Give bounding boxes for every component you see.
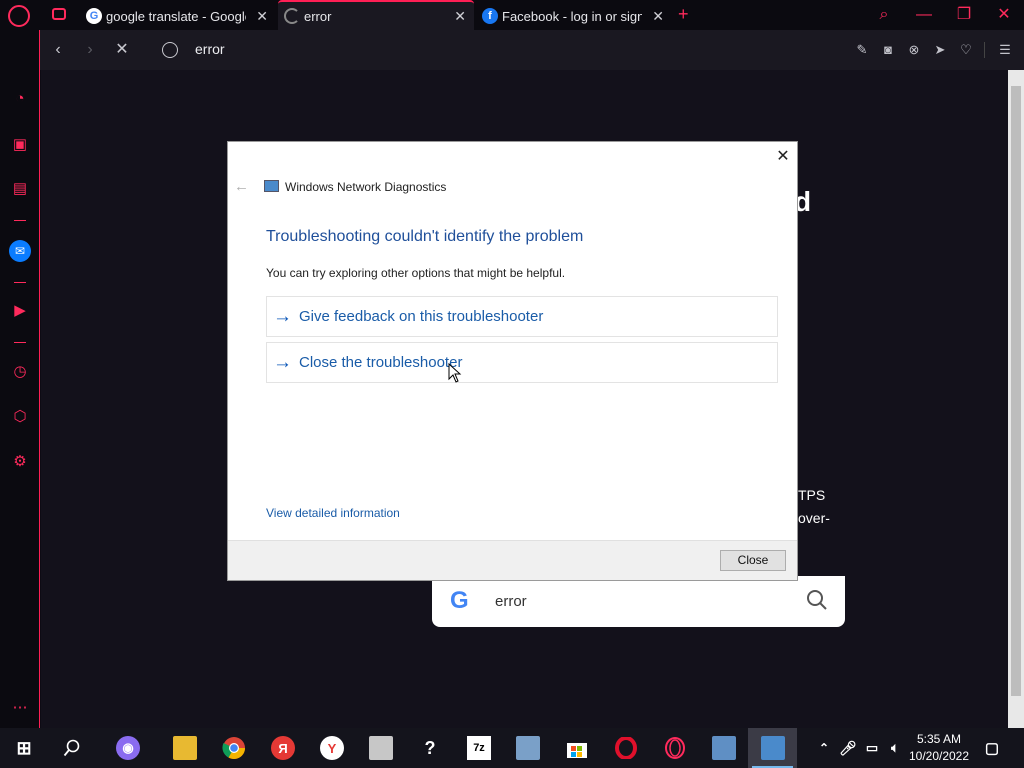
arrow-right-icon: → bbox=[273, 351, 292, 373]
yandex-icon[interactable]: Y bbox=[320, 736, 344, 760]
dialog-back-icon[interactable]: ← bbox=[234, 178, 249, 195]
search-tabs-icon[interactable]: ⌕ bbox=[872, 4, 896, 26]
workspace-icon[interactable]: ▣ bbox=[9, 134, 31, 156]
chevron-up-icon[interactable]: ⌃ bbox=[812, 736, 836, 760]
view-details-link[interactable]: View detailed information bbox=[266, 506, 400, 520]
restore-button[interactable]: ❐ bbox=[952, 4, 976, 26]
network-icon[interactable]: ▭ bbox=[860, 736, 884, 760]
background-text-fragment: TPS bbox=[798, 487, 826, 503]
windows-start-icon[interactable]: ⊞ bbox=[12, 736, 36, 760]
opera-icon[interactable] bbox=[614, 736, 638, 760]
minimize-button[interactable]: — bbox=[912, 4, 936, 26]
extensions-cube-icon[interactable]: ⬡ bbox=[9, 406, 31, 428]
scrollbar-thumb[interactable] bbox=[1011, 86, 1021, 696]
notifications-icon[interactable]: ▢ bbox=[980, 736, 1004, 760]
snapshot-camera-icon[interactable]: ◙ bbox=[878, 40, 898, 60]
more-dots-icon[interactable]: ⋯ bbox=[9, 697, 31, 719]
chrome-icon[interactable] bbox=[222, 736, 246, 760]
resource-monitor-icon[interactable] bbox=[516, 736, 540, 760]
dialog-footer: Close bbox=[228, 540, 797, 580]
window-close-button[interactable]: ✕ bbox=[992, 4, 1016, 26]
bookmark-heart-icon[interactable]: ♡ bbox=[956, 40, 976, 60]
alice-assistant-icon[interactable]: ◉ bbox=[116, 736, 140, 760]
7zip-icon[interactable]: 7z bbox=[467, 736, 491, 760]
sidebar-separator bbox=[14, 342, 26, 343]
dialog-heading: Troubleshooting couldn't identify the pr… bbox=[266, 228, 584, 245]
background-text-fragment: over- bbox=[798, 510, 830, 526]
arrow-right-icon: → bbox=[273, 305, 292, 327]
opera-menu-icon[interactable] bbox=[8, 5, 30, 27]
help-chat-icon[interactable]: ? bbox=[418, 736, 442, 760]
tab-title: Facebook - log in or sign u bbox=[502, 8, 642, 24]
settings-sliders-icon[interactable]: ☰ bbox=[995, 40, 1015, 60]
yandex-browser-icon[interactable]: Я bbox=[271, 736, 295, 760]
close-tab-icon[interactable]: ✕ bbox=[454, 8, 466, 25]
file-explorer-icon[interactable] bbox=[173, 736, 197, 760]
twitch-icon[interactable]: ▤ bbox=[9, 178, 31, 200]
loading-spinner-icon bbox=[284, 8, 300, 24]
opera-gx-icon[interactable] bbox=[663, 736, 687, 760]
sidebar: ◔ ▣ ▤ ✉ ▶ ◷ ⬡ ⚙ ⋯ bbox=[0, 30, 40, 728]
tab-title: google translate - Google S bbox=[106, 8, 246, 24]
search-query-input[interactable]: error bbox=[495, 593, 527, 610]
close-tab-icon[interactable]: ✕ bbox=[652, 8, 664, 25]
network-diagnostics-taskbar-icon[interactable] bbox=[761, 736, 785, 760]
history-clock-icon[interactable]: ◷ bbox=[9, 361, 31, 383]
stop-loading-icon[interactable]: ✕ bbox=[112, 40, 132, 60]
player-icon[interactable]: ▶ bbox=[9, 300, 31, 322]
mouse-cursor bbox=[448, 362, 462, 383]
tab-google-translate[interactable]: G google translate - Google S ✕ bbox=[80, 2, 276, 30]
calculator-icon[interactable] bbox=[369, 736, 393, 760]
send-arrow-icon[interactable]: ➤ bbox=[930, 40, 950, 60]
tab-title: error bbox=[304, 8, 332, 24]
option-label: Give feedback on this troubleshooter bbox=[299, 308, 544, 325]
forward-icon[interactable]: › bbox=[80, 40, 100, 60]
option-label: Close the troubleshooter bbox=[299, 354, 463, 371]
sidebar-separator bbox=[14, 282, 26, 283]
tab-error[interactable]: error ✕ bbox=[278, 0, 474, 30]
messenger-icon[interactable]: ✉ bbox=[9, 240, 31, 262]
network-diagnostics-dialog: ✕ ← Windows Network Diagnostics Troubles… bbox=[227, 141, 798, 581]
google-icon: G bbox=[86, 8, 102, 24]
back-icon[interactable]: ‹ bbox=[48, 40, 68, 60]
google-logo-icon: G bbox=[450, 587, 469, 614]
close-button[interactable]: Close bbox=[720, 550, 786, 571]
clock-time[interactable]: 5:35 AM bbox=[905, 732, 973, 746]
dialog-subtext: You can try exploring other options that… bbox=[266, 266, 566, 280]
tab-strip: G google translate - Google S ✕ error ✕ … bbox=[0, 0, 1024, 30]
tab-islands-icon[interactable] bbox=[52, 8, 66, 20]
close-tab-icon[interactable]: ✕ bbox=[256, 8, 268, 25]
ad-blocker-icon[interactable]: ⊗ bbox=[904, 40, 924, 60]
sidebar-separator bbox=[14, 220, 26, 221]
volume-icon[interactable]: 🔈︎ bbox=[883, 736, 907, 760]
speed-dial-icon[interactable]: ◔ bbox=[9, 88, 31, 110]
network-diagnostics-icon bbox=[264, 180, 279, 192]
taskbar-search-icon[interactable] bbox=[60, 736, 84, 760]
address-divider bbox=[984, 42, 985, 58]
tab-facebook[interactable]: f Facebook - log in or sign u ✕ bbox=[476, 2, 672, 30]
easy-setup-icon[interactable]: ✎ bbox=[852, 40, 872, 60]
facebook-icon: f bbox=[482, 8, 498, 24]
taskbar: ⊞ ◉ Я Y ? 7z ⌃ 🎤︎ ▭ 🔈︎ 5:35 AM 10/20/202… bbox=[0, 728, 1024, 768]
globe-icon bbox=[162, 42, 178, 58]
microphone-icon[interactable]: 🎤︎ bbox=[836, 736, 860, 760]
close-troubleshooter-option[interactable]: → Close the troubleshooter bbox=[266, 342, 778, 383]
new-tab-button[interactable]: + bbox=[678, 4, 694, 24]
give-feedback-option[interactable]: → Give feedback on this troubleshooter bbox=[266, 296, 778, 337]
url-field[interactable]: error bbox=[195, 41, 495, 61]
search-icon[interactable] bbox=[806, 589, 828, 611]
dialog-app-title: Windows Network Diagnostics bbox=[285, 180, 447, 194]
clock-date[interactable]: 10/20/2022 bbox=[905, 749, 973, 763]
microsoft-store-icon[interactable] bbox=[565, 736, 589, 760]
dialog-close-icon[interactable]: ✕ bbox=[774, 148, 792, 166]
remote-desktop-icon[interactable] bbox=[712, 736, 736, 760]
settings-gear-icon[interactable]: ⚙ bbox=[9, 451, 31, 473]
address-bar: ‹ › ✕ error ✎ ◙ ⊗ ➤ ♡ ☰ bbox=[40, 30, 1024, 70]
google-search-box[interactable]: G error bbox=[432, 576, 845, 627]
